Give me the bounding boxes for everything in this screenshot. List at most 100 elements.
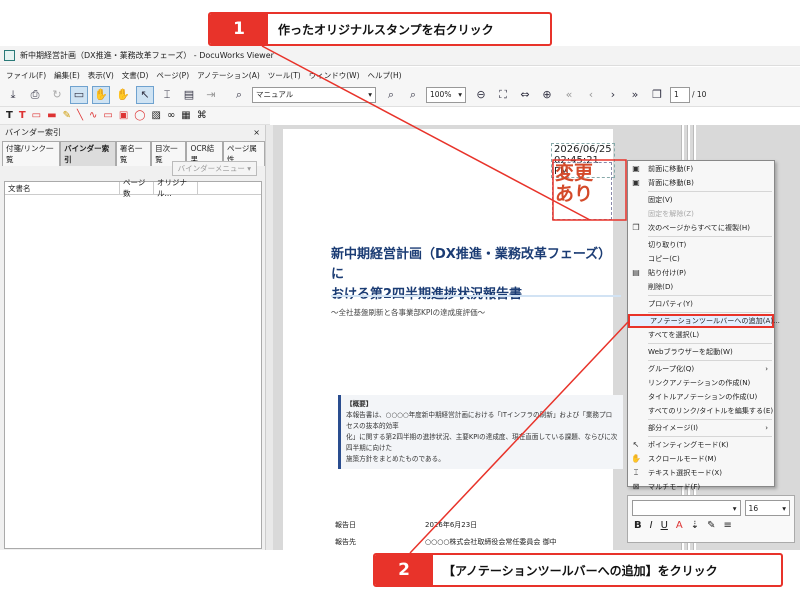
menu-page[interactable]: ページ(P) (156, 70, 189, 81)
menu-window[interactable]: ウィンドウ(W) (309, 70, 360, 81)
zoom-in-icon[interactable]: ⊕ (538, 86, 556, 104)
context-menu-item[interactable]: Webブラウザーを起動(W) (628, 345, 774, 359)
page-view-icon[interactable]: ❐ (648, 86, 666, 104)
binder-menu-button[interactable]: バインダーメニュー ▾ (171, 161, 257, 176)
menu-document[interactable]: 文書(D) (122, 70, 149, 81)
context-menu-item[interactable]: プロパティ(Y) (628, 297, 774, 311)
close-icon[interactable]: × (253, 128, 260, 137)
fill-color-button[interactable]: ⇣ (691, 520, 699, 531)
context-menu-item[interactable]: すべてを選択(L) (628, 328, 774, 342)
italic-button[interactable]: I (650, 520, 653, 531)
context-menu-item[interactable]: 固定を解除(Z) (628, 207, 774, 221)
context-menu-item[interactable]: アノテーションツールバーへの追加(A)... (628, 314, 780, 328)
text-select-icon[interactable]: ⌶ (158, 86, 176, 104)
context-menu-item[interactable]: 削除(D) (628, 280, 774, 294)
fit-width-icon[interactable]: ⇔ (516, 86, 534, 104)
search-icon[interactable]: ⌕ (230, 86, 248, 104)
context-menu-item[interactable]: コピー(C) (628, 252, 774, 266)
send-icon[interactable]: ⇥ (202, 86, 220, 104)
rect-icon[interactable]: ▭ (103, 110, 112, 121)
rotate-icon[interactable]: ↻ (48, 86, 66, 104)
link-icon[interactable]: ∞ (167, 110, 175, 121)
curve-icon[interactable]: ∿ (89, 110, 97, 121)
context-menu-item-label: Webブラウザーを起動(W) (648, 347, 733, 356)
search-prev-icon[interactable]: ⌕ (382, 86, 400, 104)
font-family-select[interactable]: ▾ (632, 500, 741, 516)
underline-button[interactable]: U (661, 520, 668, 531)
image-icon[interactable]: ▧ (151, 110, 160, 121)
zoom-select[interactable]: 100% ▾ (426, 86, 466, 103)
context-menu-item[interactable]: ▣ 背面に移動(B) (628, 176, 774, 190)
print-icon[interactable]: ⎙ (26, 86, 44, 104)
context-menu-item[interactable]: グループ化(Q) › (628, 362, 774, 376)
context-menu: ▣ 前面に移動(F) ▣ 背面に移動(B) 固定(V) 固定を解除(Z) ❐ 次のページからす… (627, 160, 780, 491)
tab-binder-index[interactable]: バインダー索引 (60, 141, 116, 166)
next-page-icon[interactable]: › (604, 86, 622, 104)
context-menu-item[interactable]: ✋ スクロールモード(M) (628, 452, 774, 466)
panel-splitter[interactable] (266, 125, 273, 550)
context-menu-item[interactable]: すべてのリンク/タイトルを編集する(E) (628, 404, 774, 418)
context-menu-item-label: リンクアノテーションの作成(N) (648, 378, 751, 387)
context-menu-item[interactable]: ❐ 次のページからすべてに複製(H) (628, 221, 774, 235)
line-style-button[interactable]: ≡ (724, 520, 732, 531)
context-menu-item-label: 固定(V) (648, 195, 673, 204)
menu-annotation[interactable]: アノテーション(A) (197, 70, 260, 81)
custom-stamp[interactable]: 変更 あり (552, 162, 612, 220)
pointer-icon: ↖ (632, 440, 640, 449)
first-page-icon[interactable]: « (560, 86, 578, 104)
column-doc-name[interactable]: 文書名 (5, 182, 120, 194)
pointer-icon[interactable]: ↖ (136, 85, 154, 104)
note-icon[interactable]: ▤ (180, 86, 198, 104)
context-menu-item-label: ポインティングモード(K) (648, 440, 729, 449)
line-color-button[interactable]: ✎ (707, 520, 715, 531)
menu-tools[interactable]: ツール(T) (268, 70, 301, 81)
page-number-input[interactable]: 1 (670, 86, 690, 103)
tab-sticky-list[interactable]: 付箋/リンク一覧 (2, 141, 61, 166)
menu-separator (648, 236, 772, 237)
context-menu-item[interactable]: リンクアノテーションの作成(N) (628, 376, 774, 390)
stamp-line-2: あり (555, 183, 594, 205)
context-menu-item[interactable]: 固定(V) (628, 193, 774, 207)
stamp-line-1: 変更 (555, 162, 594, 184)
search-input[interactable]: マニュアル ▾ (252, 86, 376, 103)
sticky-icon[interactable]: ▭ (32, 110, 41, 121)
hand-icon[interactable]: ✋ (114, 86, 132, 104)
column-page-count[interactable]: ページ数 (120, 178, 154, 198)
prev-page-icon[interactable]: ‹ (582, 86, 600, 104)
font-color-button[interactable]: A (676, 520, 683, 531)
tab-signature-list[interactable]: 署名一覧 (115, 141, 152, 166)
binder-document-list[interactable]: 文書名 ページ数 オリジナル... (4, 178, 262, 549)
red-text-icon[interactable]: T (19, 110, 26, 121)
pen-icon[interactable]: ✎ (63, 110, 71, 121)
last-page-icon[interactable]: » (626, 86, 644, 104)
bold-button[interactable]: B (634, 520, 642, 531)
fit-page-icon[interactable]: ⛶ (494, 86, 512, 104)
menu-file[interactable]: ファイル(F) (6, 70, 46, 81)
search-next-icon[interactable]: ⌕ (404, 86, 422, 104)
highlight-icon[interactable]: ▬ (47, 110, 56, 121)
context-menu-item[interactable]: ▣ 前面に移動(F) (628, 162, 774, 176)
stamp-icon[interactable]: ▣ (119, 110, 128, 121)
zoom-out-icon[interactable]: ⊖ (472, 86, 490, 104)
menu-help[interactable]: ヘルプ(H) (368, 70, 402, 81)
annotation-mode-icon[interactable]: ✋ (92, 85, 110, 104)
attach-icon[interactable]: ⌘ (197, 110, 207, 121)
text-icon[interactable]: T (6, 110, 13, 121)
menu-edit[interactable]: 編集(E) (54, 70, 80, 81)
context-menu-item[interactable]: タイトルアノテーションの作成(U) (628, 390, 774, 404)
line-icon[interactable]: ╲ (77, 110, 83, 121)
duplicate-icon: ❐ (632, 223, 640, 232)
context-menu-item[interactable]: ▤ 貼り付け(P) (628, 266, 774, 280)
context-menu-item[interactable]: 切り取り(T) (628, 238, 774, 252)
context-menu-item[interactable]: ⊠ マルチモード(F) (628, 480, 774, 494)
font-size-select[interactable]: 16 ▾ (744, 500, 790, 516)
import-icon[interactable]: ⤓ (4, 86, 22, 104)
context-menu-item[interactable]: ⌶ テキスト選択モード(X) (628, 466, 774, 480)
oval-icon[interactable]: ◯ (134, 110, 145, 121)
context-menu-item[interactable]: ↖ ポインティングモード(K) (628, 438, 774, 452)
panel-toggle-icon[interactable]: ▭ (70, 85, 88, 104)
menu-view[interactable]: 表示(V) (88, 70, 114, 81)
column-original[interactable]: オリジナル... (154, 178, 198, 198)
signature-icon[interactable]: ▦ (181, 110, 190, 121)
context-menu-item[interactable]: 部分イメージ(I) › (628, 421, 774, 435)
